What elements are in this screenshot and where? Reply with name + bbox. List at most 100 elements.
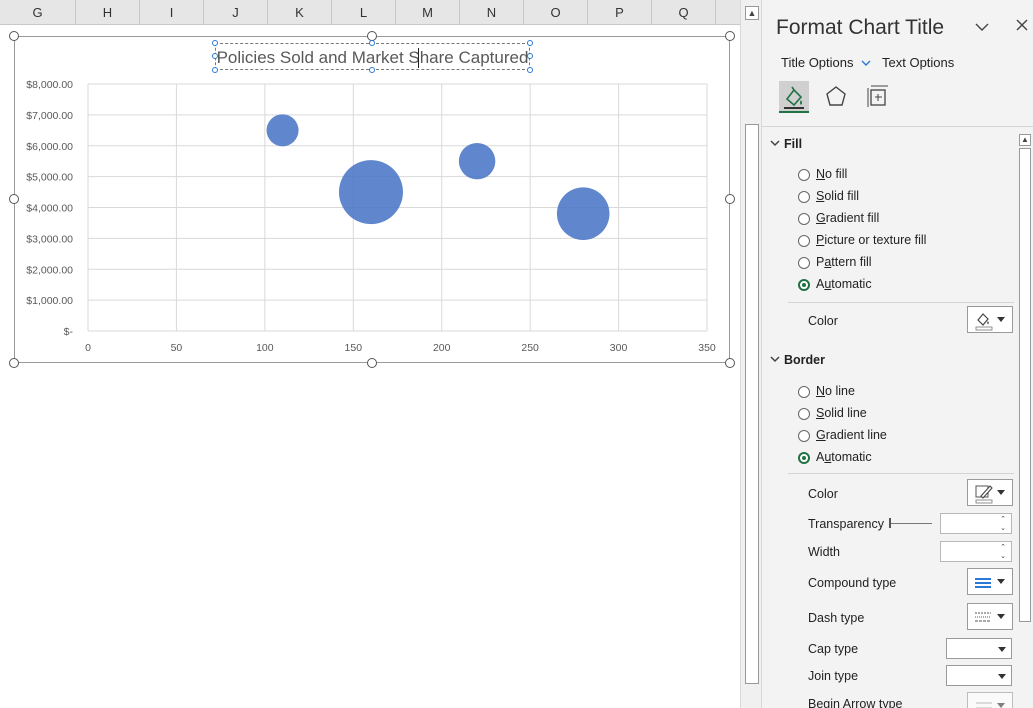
fill-color-picker[interactable] <box>967 306 1013 333</box>
y-tick-label: $4,000.00 <box>26 203 73 215</box>
size-properties-icon[interactable] <box>863 81 893 113</box>
radio-button[interactable] <box>798 430 810 442</box>
radio-button[interactable] <box>798 235 810 247</box>
pane-divider <box>762 126 1033 127</box>
y-tick-label: $2,000.00 <box>26 264 73 276</box>
title-handle-bottom-left[interactable] <box>212 67 218 73</box>
radio-button[interactable] <box>798 408 810 420</box>
begin-arrow-type-label: Begin Arrow type <box>808 697 903 708</box>
x-tick-label: 50 <box>171 342 183 354</box>
cap-type-label: Cap type <box>808 642 859 656</box>
divider <box>788 473 1014 474</box>
dash-type-dropdown[interactable] <box>967 603 1013 630</box>
scroll-up-arrow-icon[interactable]: ▲ <box>1019 134 1031 146</box>
border-color-picker[interactable] <box>967 479 1013 506</box>
begin-arrow-type-dropdown[interactable] <box>967 692 1013 708</box>
x-tick-label: 150 <box>345 342 363 354</box>
sheet-vertical-scrollbar[interactable]: ▲ <box>740 0 762 708</box>
spin-down-icon[interactable]: ⌄ <box>998 524 1008 533</box>
radio-label: Gradient line <box>816 428 887 442</box>
caret-down-icon <box>997 317 1005 322</box>
radio-button[interactable] <box>798 213 810 225</box>
spin-up-icon[interactable]: ⌃ <box>998 515 1008 524</box>
radio-label: Pattern fill <box>816 255 872 269</box>
radio-button-selected[interactable] <box>798 452 810 464</box>
spin-up-icon[interactable]: ⌃ <box>998 543 1008 552</box>
title-handle-left[interactable] <box>212 53 218 59</box>
pane-scrollbar[interactable]: ▲ <box>1017 132 1033 708</box>
spin-down-icon[interactable]: ⌄ <box>998 552 1008 561</box>
y-tick-label: $- <box>64 326 74 338</box>
radio-button[interactable] <box>798 169 810 181</box>
radio-label: No line <box>816 384 855 398</box>
radio-label: No fill <box>816 167 848 181</box>
title-handle-bottom[interactable] <box>369 67 375 73</box>
data-bubble <box>338 160 403 225</box>
caret-down-icon <box>997 490 1005 495</box>
join-type-label: Join type <box>808 669 859 683</box>
radio-label: Solid line <box>816 406 867 420</box>
radio-button[interactable] <box>798 257 810 269</box>
width-label: Width <box>808 545 840 559</box>
data-bubble <box>458 142 496 180</box>
chart-resize-handle-bottom-right[interactable] <box>725 358 735 368</box>
transparency-slider-thumb[interactable] <box>889 518 891 528</box>
chart-title-box[interactable]: Policies Sold and Market Share Captured <box>215 43 530 70</box>
effects-icon[interactable] <box>821 81 851 113</box>
chart-resize-handle-bottom[interactable] <box>367 358 377 368</box>
compound-lines-icon <box>975 578 991 588</box>
title-handle-bottom-right[interactable] <box>527 67 533 73</box>
title-handle-top-right[interactable] <box>527 40 533 46</box>
data-bubble <box>556 187 610 240</box>
radio-button[interactable] <box>798 386 810 398</box>
arrow-icon <box>976 702 992 708</box>
title-handle-right[interactable] <box>527 53 533 59</box>
pane-scrollbar-thumb[interactable] <box>1019 148 1031 622</box>
compound-type-label: Compound type <box>808 576 897 590</box>
border-section-header[interactable]: Border <box>770 353 825 367</box>
x-tick-label: 350 <box>698 342 716 354</box>
fill-line-icon[interactable] <box>779 81 809 113</box>
chart-resize-handle-top-right[interactable] <box>725 31 735 41</box>
y-tick-label: $6,000.00 <box>26 141 73 153</box>
radio-label: Automatic <box>816 450 872 464</box>
title-handle-top-left[interactable] <box>212 40 218 46</box>
radio-label: Solid fill <box>816 189 860 203</box>
y-tick-label: $7,000.00 <box>26 110 73 122</box>
chart-resize-handle-right[interactable] <box>725 194 735 204</box>
y-tick-label: $3,000.00 <box>26 233 73 245</box>
caret-down-icon <box>997 703 1005 708</box>
title-handle-top[interactable] <box>369 40 375 46</box>
join-type-dropdown[interactable] <box>946 665 1012 686</box>
chart-resize-handle-bottom-left[interactable] <box>9 358 19 368</box>
y-tick-label: $5,000.00 <box>26 172 73 184</box>
close-icon[interactable] <box>1014 14 1030 38</box>
y-tick-label: $8,000.00 <box>26 79 73 91</box>
transparency-slider[interactable] <box>890 523 932 524</box>
caret-down-icon <box>998 674 1006 679</box>
pane-title: Format Chart Title <box>776 16 945 39</box>
width-spinner[interactable]: ⌃ ⌄ <box>940 541 1012 562</box>
fill-section-header[interactable]: Fill <box>770 137 802 151</box>
x-tick-label: 200 <box>433 342 451 354</box>
chart-resize-handle-left[interactable] <box>9 194 19 204</box>
fill-color-label: Color <box>808 314 838 328</box>
scrollbar-thumb[interactable] <box>745 124 759 684</box>
transparency-spinner[interactable]: ⌃ ⌄ <box>940 513 1012 534</box>
cap-type-dropdown[interactable] <box>946 638 1012 659</box>
caret-down-icon <box>997 579 1005 584</box>
scroll-up-arrow-icon[interactable]: ▲ <box>745 6 759 20</box>
compound-type-dropdown[interactable] <box>967 568 1013 595</box>
format-chart-title-pane: Format Chart Title Title Options Text Op… <box>762 0 1033 708</box>
chart-resize-handle-top-left[interactable] <box>9 31 19 41</box>
dash-type-label: Dash type <box>808 611 865 625</box>
tab-text-options[interactable]: Text Options <box>882 55 954 70</box>
chevron-down-icon <box>858 56 871 70</box>
y-tick-label: $1,000.00 <box>26 295 73 307</box>
radio-button[interactable] <box>798 191 810 203</box>
radio-button-selected[interactable] <box>798 279 810 291</box>
divider <box>788 302 1014 303</box>
worksheet-area[interactable]: G H I J K L M N O P Q $- $1,000.00 $2,000.… <box>0 0 740 708</box>
tab-title-options[interactable]: Title Options <box>781 55 871 70</box>
pane-options-chevron-icon[interactable] <box>974 14 990 38</box>
